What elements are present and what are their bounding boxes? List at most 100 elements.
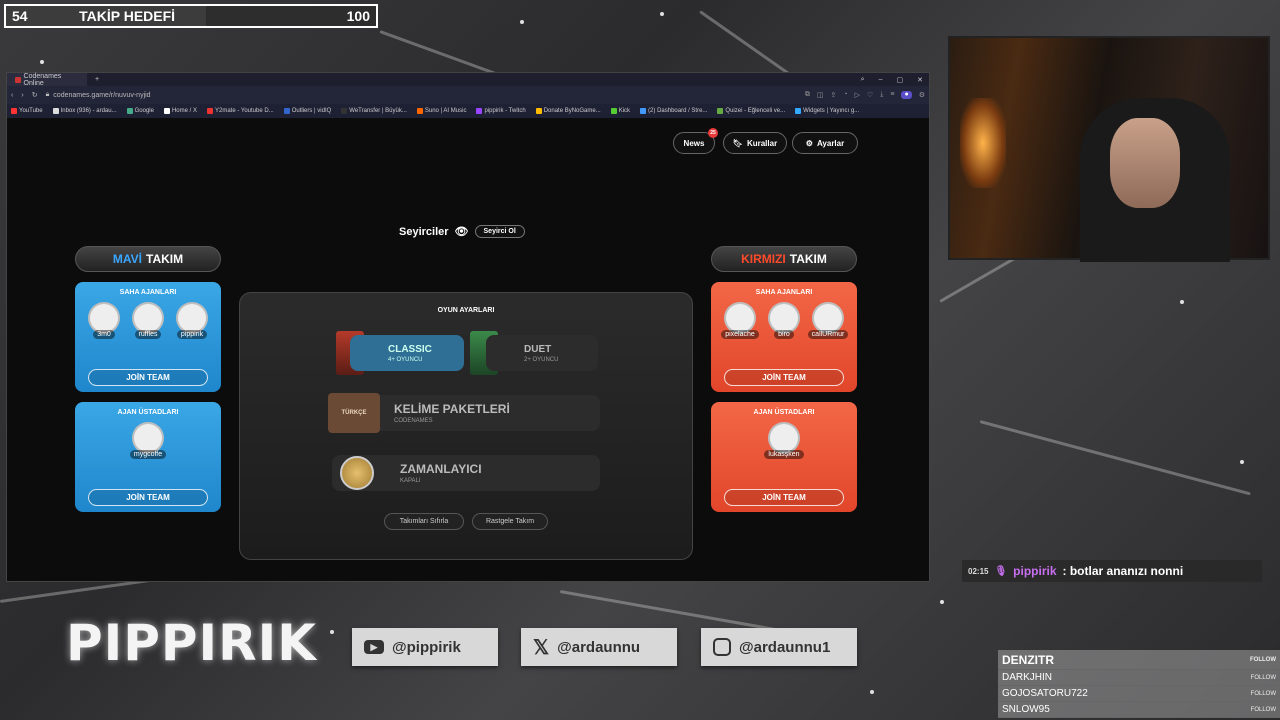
red-team-header: KIRMIZI TAKIM [711,246,857,272]
close-window-icon[interactable]: ✕ [917,76,923,84]
bookmark-icon: 🔖︎ [732,138,743,148]
bookmark-item[interactable]: Inbox (936) - ardau... [52,108,117,114]
background-dot [1240,460,1244,464]
install-app-icon[interactable]: ⧉ [805,91,810,99]
follow-label: FOLLOW [1250,674,1276,681]
settings-label: Ayarlar [816,138,845,148]
new-tab-icon[interactable]: + [95,76,99,83]
bookmark-item[interactable]: Kick [610,108,631,114]
spectators-label: Seyirciler [399,225,449,238]
reset-teams-button[interactable]: Takımları Sıfırla [384,513,464,530]
follower-row: SNLOW95 FOLLOW [998,702,1280,718]
settings-button[interactable]: ⚙ Ayarlar [792,132,858,154]
blue-spymaster-title: AJAN ÜSTADLARI [117,409,179,416]
bookmark-label: Widgets | Yayıncı g... [803,108,860,114]
url-field[interactable]: codenames.game/r/nuvuv-nyjid [53,92,150,99]
classic-mode-button[interactable]: CLASSIC 4+ OYUNCU [350,335,464,371]
youtube-icon: ▶ [364,640,384,654]
word-packs-row[interactable]: TÜRKÇE KELİME PAKETLERİ CODENAMES [328,393,600,433]
bookmark-item[interactable]: WeTransfer | Büyük... [341,108,407,114]
bookmark-item[interactable]: Suno | AI Music [416,108,466,114]
follow-label: FOLLOW [1250,706,1276,713]
timer-row[interactable]: ZAMANLAYICI KAPALI [332,455,600,491]
player-avatar: ruffles [128,302,168,339]
follower-name: GOJOSATORU722 [1002,688,1088,699]
bookmark-item[interactable]: Outliers | vidIQ [283,108,331,114]
bookmark-item[interactable]: Y2mate - Youtube D... [206,108,274,114]
bookmark-label: Kick [618,108,631,114]
duet-mode-button[interactable]: DUET 2+ OYUNCU [486,335,598,371]
bookmark-item[interactable]: pippirik - Twitch [476,108,526,114]
bookmark-favicon-icon [535,108,542,114]
instagram-icon [713,638,731,656]
profile-icon[interactable]: ● [901,91,912,99]
bookmark-favicon-icon [640,108,647,114]
chat-user: pippirik [1013,564,1057,578]
menu-icon[interactable]: ⚙ [919,91,925,99]
minimize-icon[interactable]: – [879,76,883,84]
bookmark-label: WeTransfer | Büyük... [349,108,407,114]
become-spectator-button[interactable]: Seyirci Ol [474,225,525,238]
maximize-icon[interactable]: ▢ [897,76,904,84]
rules-button[interactable]: 🔖︎ Kurallar [723,132,787,154]
red-spymaster-players: lukasşken [711,422,857,459]
bookmark-label: Donate ByNoGame... [543,108,601,114]
background-dot [330,630,334,634]
sidebar-icon[interactable]: ≡ [890,91,894,99]
news-button[interactable]: News 25 [673,128,718,154]
goal-target: 100 [346,8,370,24]
game-settings-panel: OYUN AYARLARI CLASSIC 4+ OYUNCU DUET 2+ … [239,292,693,560]
red-field-title: SAHA AJANLARI [755,289,813,296]
address-bar-row: ‹ › ↻ 🔒︎ codenames.game/r/nuvuv-nyjid ⧉ … [7,86,929,104]
player-name: mygcoffe [129,450,167,459]
red-team-accent: KIRMIZI [741,252,786,266]
bookmark-favicon-icon [126,108,133,114]
lamp-glow [960,98,1006,188]
settings-title: OYUN AYARLARI [437,307,495,314]
bookmark-item[interactable]: Widgets | Yayıncı g... [795,108,859,114]
blue-field-players: 3m0 ruffles pippirik [75,302,221,339]
follower-name: SNLOW95 [1002,704,1050,715]
forward-icon[interactable]: › [21,92,23,99]
blue-spymaster-join-button[interactable]: JOİN TEAM [88,489,208,506]
back-icon[interactable]: ‹ [11,92,13,99]
bookmark-favicon-icon [52,108,59,114]
play-icon[interactable]: ▷ [855,91,860,99]
background-dot [40,60,44,64]
search-tabs-icon[interactable]: ⌕ [861,76,865,84]
bookmark-favicon-icon [476,108,483,114]
red-spymaster-join-button[interactable]: JOİN TEAM [724,489,844,506]
bookmark-item[interactable]: Home / X [163,108,197,114]
blue-field-title: SAHA AJANLARI [119,289,177,296]
blue-spymaster-players: mygcoffe [75,422,221,459]
player-name: callURmur [807,330,849,339]
browser-window: Codenames Online + ⌕ – ▢ ✕ ‹ › ↻ 🔒︎ code… [6,72,930,582]
extension-icon[interactable]: ◔ [843,91,847,99]
follower-name: DARKJHIN [1002,672,1053,683]
mic-icon: 🎙︎ [994,565,1008,577]
reload-icon[interactable]: ↻ [32,91,38,99]
random-team-button[interactable]: Rastgele Takım [472,513,548,530]
blue-field-join-button[interactable]: JOİN TEAM [88,369,208,386]
player-name: 3m0 [93,330,115,339]
social-x: 𝕏 @ardaunnu [521,628,677,666]
bookmark-label: Inbox (936) - ardau... [60,108,117,114]
bookmark-item[interactable]: Donate ByNoGame... [535,108,601,114]
red-field-join-button[interactable]: JOİN TEAM [724,369,844,386]
tab-codenames[interactable]: Codenames Online [7,73,87,87]
share-icon[interactable]: ⇪ [831,91,837,99]
timer-sub: KAPALI [400,478,421,484]
heart-icon[interactable]: ♡ [867,91,873,99]
bookmark-item[interactable]: Google [126,108,154,114]
bookmark-item[interactable]: Quizei - Eğlenceli ve... [717,108,785,114]
bookmark-item[interactable]: (2) Dashboard / Stre... [640,108,707,114]
bookmark-favicon-icon [163,108,170,114]
follower-name: DENZITR [1002,652,1054,667]
instagram-handle: @ardaunnu1 [739,638,831,656]
bookmark-item[interactable]: YouTube [11,108,43,114]
chat-message: 02:15 🎙︎ pippirik : botlar ananızı nonni [962,560,1262,582]
player-avatar: 3m0 [84,302,124,339]
screenshot-icon[interactable]: ◫ [817,91,824,99]
news-count-badge: 25 [708,128,718,138]
download-icon[interactable]: ⤓ [880,91,883,99]
